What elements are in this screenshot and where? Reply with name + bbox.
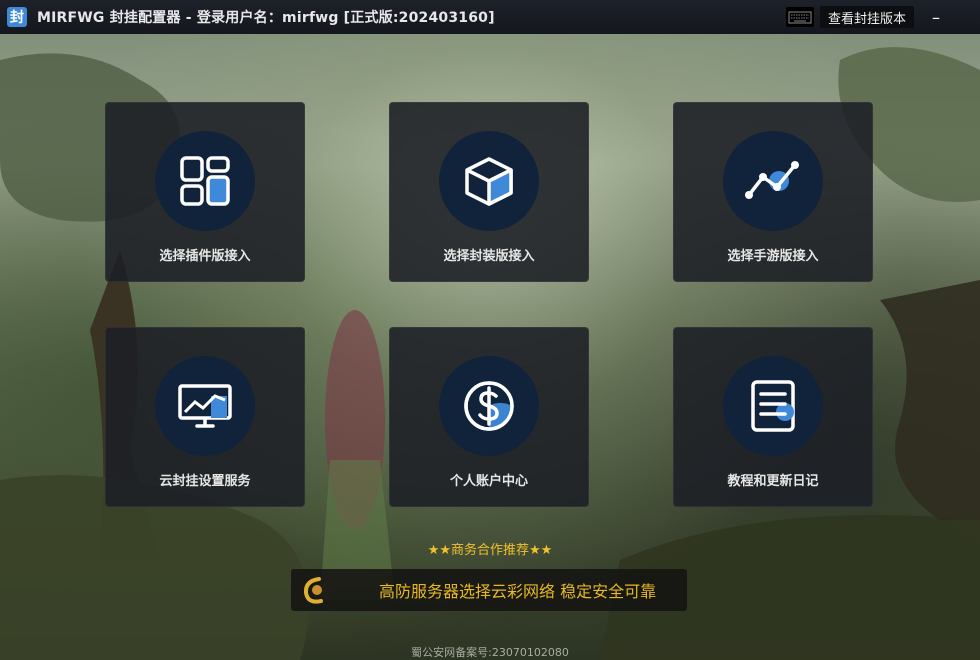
dollar-icon xyxy=(464,381,514,431)
ad-banner[interactable]: 高防服务器选择云彩网络 稳定安全可靠 xyxy=(291,569,687,611)
monitor-chart-icon xyxy=(178,384,232,428)
card-plugin-access[interactable]: 选择插件版接入 xyxy=(105,102,305,282)
recommend-title: ★★商务合作推荐★★ xyxy=(427,543,553,558)
card-label: 选择插件版接入 xyxy=(159,249,251,264)
card-icon-circle xyxy=(155,131,255,231)
card-label: 云封挂设置服务 xyxy=(159,474,251,489)
card-cloud-service[interactable]: 云封挂设置服务 xyxy=(105,327,305,507)
document-icon xyxy=(751,380,795,432)
card-tutorial-changelog[interactable]: 教程和更新日记 xyxy=(673,327,873,507)
card-mobile-access[interactable]: 选择手游版接入 xyxy=(673,102,873,282)
card-icon-circle xyxy=(439,131,539,231)
line-chart-icon xyxy=(745,161,799,199)
card-label: 选择手游版接入 xyxy=(727,249,819,264)
card-label: 选择封装版接入 xyxy=(443,249,535,264)
window-title: MIRFWG 封挂配置器 - 登录用户名：mirfwg [正式版:2024031… xyxy=(37,10,495,26)
card-label: 个人账户中心 xyxy=(449,474,528,489)
card-icon-circle xyxy=(155,356,255,456)
card-account-center[interactable]: 个人账户中心 xyxy=(389,327,589,507)
app-logo-icon: 封 xyxy=(7,7,27,27)
icp-record: 蜀公安网备案号:23070102080 xyxy=(411,646,569,659)
cube-icon xyxy=(465,157,513,206)
banner-text: 高防服务器选择云彩网络 稳定安全可靠 xyxy=(379,582,657,601)
yuncai-logo xyxy=(303,577,323,604)
card-icon-circle xyxy=(723,131,823,231)
app-window: 封 MIRFWG 封挂配置器 - 登录用户名：mirfwg [正式版:20240… xyxy=(0,0,980,660)
keyboard-icon[interactable] xyxy=(786,7,814,27)
view-version-button[interactable]: 查看封挂版本 xyxy=(820,6,914,28)
card-package-access[interactable]: 选择封装版接入 xyxy=(389,102,589,282)
widgets-icon xyxy=(180,156,230,206)
card-icon-circle xyxy=(439,356,539,456)
card-icon-circle xyxy=(723,356,823,456)
card-label: 教程和更新日记 xyxy=(727,474,819,489)
minimize-button[interactable]: – xyxy=(924,5,948,29)
